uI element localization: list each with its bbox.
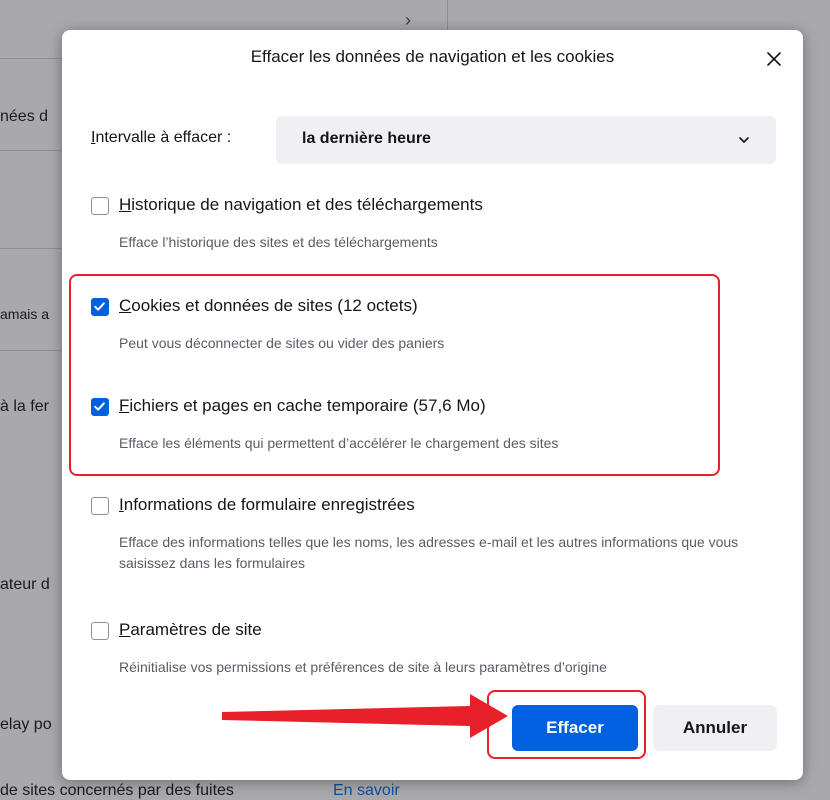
cache-checkbox[interactable] (91, 398, 109, 416)
cache-label-text: ichiers et pages en cache temporaire (57… (129, 396, 486, 415)
bg-learn-more-link[interactable]: En savoir (333, 782, 400, 800)
history-description: Efface l’historique des sites et des tél… (119, 234, 438, 250)
accesskey-letter: P (119, 620, 131, 639)
time-range-value: la dernière heure (302, 130, 431, 147)
bg-text-fragment: ateur d (0, 576, 50, 593)
site-settings-description: Réinitialise vos permissions et préféren… (119, 659, 607, 675)
cache-description: Efface les éléments qui permettent d’acc… (119, 435, 559, 451)
history-checkbox[interactable] (91, 197, 109, 215)
chevron-down-icon (739, 137, 749, 143)
bg-divider (0, 150, 62, 151)
history-label-text: istorique de navigation et des télécharg… (131, 195, 483, 214)
bg-divider (0, 58, 62, 59)
history-label[interactable]: Historique de navigation et des téléchar… (119, 195, 483, 215)
accesskey-letter: C (119, 296, 132, 315)
cookies-label-text: ookies et données de sites (12 octets) (131, 296, 418, 315)
time-range-label: Intervalle à effacer : (91, 129, 231, 147)
form-data-label[interactable]: Informations de formulaire enregistrées (119, 495, 415, 515)
checkmark-icon (94, 402, 105, 411)
close-icon (767, 52, 781, 66)
dialog-title: Effacer les données de navigation et les… (250, 47, 615, 66)
accesskey-letter: F (119, 396, 130, 415)
cache-label[interactable]: Fichiers et pages en cache temporaire (5… (119, 396, 486, 416)
site-settings-checkbox[interactable] (91, 622, 109, 640)
cookies-checkbox[interactable] (91, 298, 109, 316)
accesskey-letter: H (119, 195, 132, 214)
bg-text-fragment: amais a (0, 306, 50, 322)
clear-data-dialog: Effacer les données de navigation et les… (62, 30, 803, 780)
cookies-description: Peut vous déconnecter de sites ou vider … (119, 335, 445, 351)
close-button[interactable] (759, 44, 789, 74)
checkmark-icon (94, 302, 105, 311)
bg-chevron-right-icon: › (405, 10, 411, 30)
time-range-select[interactable]: la dernière heure (276, 116, 776, 164)
bg-text-fragment: de sites concernés par des fuites (0, 782, 234, 799)
site-settings-label-text: aramètres de site (130, 620, 262, 639)
bg-divider (0, 248, 62, 249)
bg-text-fragment: elay po (0, 716, 52, 733)
time-range-row: Intervalle à effacer : la dernière heure (91, 116, 781, 164)
bg-text-fragment: nées d (0, 108, 49, 125)
bg-divider (0, 350, 62, 351)
clear-button[interactable]: Effacer (512, 705, 638, 751)
bg-text-fragment: à la fer (0, 398, 49, 415)
form-data-description: Efface des informations telles que les n… (119, 534, 739, 571)
site-settings-label[interactable]: Paramètres de site (119, 620, 262, 640)
time-range-label-text: ntervalle à effacer : (95, 129, 232, 146)
cancel-button[interactable]: Annuler (653, 705, 777, 751)
cookies-label[interactable]: Cookies et données de sites (12 octets) (119, 296, 418, 316)
form-data-label-text: nformations de formulaire enregistrées (123, 495, 415, 514)
form-data-checkbox[interactable] (91, 497, 109, 515)
bg-divider (447, 0, 448, 30)
